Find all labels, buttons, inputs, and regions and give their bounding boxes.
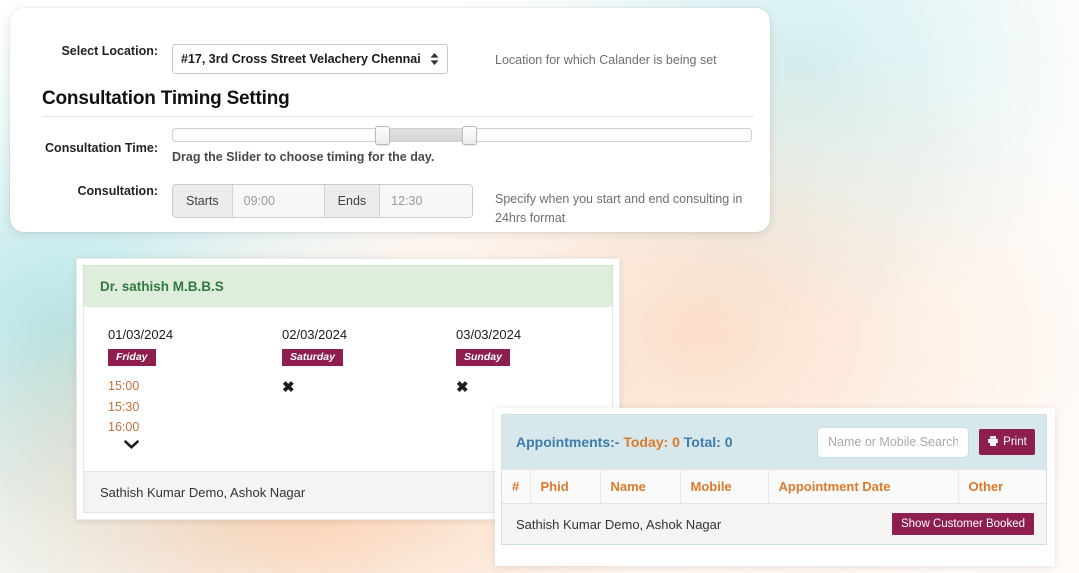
consultation-time-control: Drag the Slider to choose timing for the…	[172, 126, 770, 164]
column-header-mobile[interactable]: Mobile	[680, 469, 769, 504]
schedule-day-column: 03/03/2024 Sunday ✖	[456, 327, 521, 398]
column-header-index[interactable]: #	[502, 469, 531, 504]
schedule-day-column: 01/03/2024 Friday 15:00 15:30 16:00	[108, 327, 173, 453]
column-header-appointment-date[interactable]: Appointment Date	[768, 469, 959, 504]
printer-icon	[987, 435, 999, 450]
schedule-footer-text: Sathish Kumar Demo, Ashok Nagar	[100, 484, 306, 500]
schedule-day-column: 02/03/2024 Saturday ✖	[282, 327, 347, 398]
search-input[interactable]	[817, 426, 969, 458]
day-name-badge: Saturday	[282, 349, 343, 366]
appointments-container: Appointments:- Today: 0 Total: 0 Print	[495, 408, 1055, 566]
day-closed-icon: ✖	[456, 379, 469, 396]
appointments-label: Appointments:-	[516, 434, 620, 450]
starts-addon-label: Starts	[173, 185, 233, 217]
location-select[interactable]: #17, 3rd Cross Street Velachery Chennai	[172, 44, 448, 74]
slider-track[interactable]	[172, 126, 752, 145]
print-button[interactable]: Print	[979, 429, 1035, 455]
today-count: 0	[672, 434, 680, 450]
appointments-footer-name: Sathish Kumar Demo, Ashok Nagar	[516, 516, 722, 532]
consultation-input-group: Starts Ends	[172, 184, 474, 218]
column-header-name[interactable]: Name	[600, 469, 681, 504]
doctor-schedule-header: Dr. sathish M.B.B.S	[83, 265, 613, 307]
location-help-text: Location for which Calander is being set	[495, 53, 717, 67]
slider-selected-range	[381, 129, 469, 141]
column-header-other[interactable]: Other	[958, 469, 1046, 504]
column-header-phid[interactable]: Phid	[530, 469, 601, 504]
consultation-help-text: Specify when you start and end consultin…	[495, 192, 743, 226]
page-title: Consultation Timing Setting	[42, 88, 290, 109]
consultation-label: Consultation:	[77, 184, 158, 198]
consultation-start-input[interactable]	[232, 185, 325, 217]
day-name-badge: Sunday	[456, 349, 510, 366]
total-label: Total:	[683, 434, 721, 450]
day-name-badge: Friday	[108, 349, 156, 366]
consultation-settings-card: Select Location: #17, 3rd Cross Street V…	[10, 8, 770, 232]
day-date: 03/03/2024	[456, 327, 522, 342]
ends-addon-label: Ends	[324, 185, 381, 217]
table-header-row: # Phid Name Mobile Appointment Date Othe…	[502, 469, 1046, 504]
time-slot[interactable]: 15:00	[108, 376, 173, 397]
appointments-summary: Appointments:- Today: 0 Total: 0	[516, 434, 733, 450]
consultation-time-label: Consultation Time:	[45, 141, 158, 155]
time-slot[interactable]: 16:00	[108, 417, 173, 438]
time-range-slider[interactable]: Drag the Slider to choose timing for the…	[172, 126, 752, 164]
location-select-wrapper: #17, 3rd Cross Street Velachery Chennai	[172, 44, 448, 74]
select-location-label: Select Location:	[61, 44, 158, 58]
print-button-label: Print	[1003, 436, 1027, 448]
total-count: 0	[724, 434, 733, 450]
day-closed-icon: ✖	[282, 379, 295, 396]
day-date: 01/03/2024	[108, 327, 174, 342]
consultation-end-input[interactable]	[380, 185, 473, 217]
slider-handle-start[interactable]	[374, 126, 390, 145]
today-label: Today:	[623, 434, 669, 450]
consultation-time-row: Consultation Time: Drag the Slider to ch…	[10, 126, 770, 164]
appointments-header: Appointments:- Today: 0 Total: 0 Print	[502, 415, 1046, 469]
appointments-footer: Sathish Kumar Demo, Ashok Nagar Show Cus…	[502, 504, 1046, 544]
doctor-name: Dr. sathish M.B.B.S	[100, 279, 224, 294]
day-date: 02/03/2024	[282, 327, 348, 342]
chevron-down-icon[interactable]	[108, 439, 173, 453]
slider-handle-end[interactable]	[461, 126, 477, 145]
appointments-table: # Phid Name Mobile Appointment Date Othe…	[502, 469, 1046, 504]
title-divider	[42, 116, 754, 117]
appointments-panel: Appointments:- Today: 0 Total: 0 Print	[501, 414, 1047, 545]
show-customer-booked-button[interactable]: Show Customer Booked	[891, 513, 1034, 535]
slider-hint-text: Drag the Slider to choose timing for the…	[172, 150, 435, 164]
time-slot[interactable]: 15:30	[108, 397, 173, 418]
